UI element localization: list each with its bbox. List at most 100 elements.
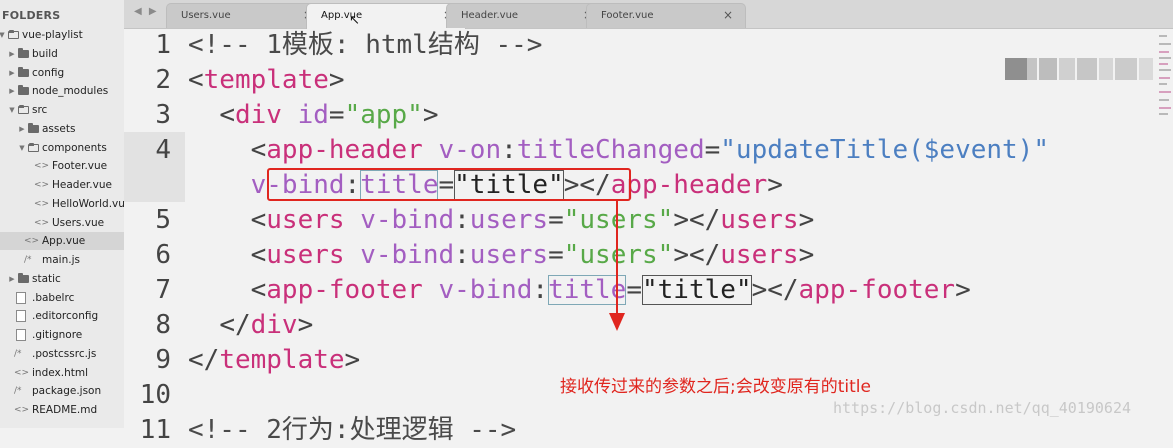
tree-item-components[interactable]: ▼ components bbox=[0, 139, 124, 157]
tree-item-users-vue[interactable]: <> Users.vue bbox=[0, 214, 124, 232]
code-line: 7 <app-footer v-bind:title="title"></app… bbox=[124, 273, 1164, 308]
blurred-cell bbox=[1139, 58, 1153, 80]
tree-item-src[interactable]: ▼ src bbox=[0, 101, 124, 119]
code-token: : bbox=[501, 135, 517, 165]
tree-item-label: .editorconfig bbox=[32, 310, 99, 323]
tree-item-vue-playlist[interactable]: ▼ vue-playlist bbox=[0, 26, 124, 44]
blurred-region bbox=[1005, 58, 1155, 80]
code-token: ></ bbox=[673, 240, 721, 270]
minimap-line bbox=[1159, 91, 1171, 93]
tree-item-config[interactable]: ▶ config bbox=[0, 64, 124, 82]
code-token: v-bind bbox=[360, 240, 455, 270]
minimap[interactable] bbox=[1159, 29, 1173, 119]
code-token: app-footer bbox=[266, 275, 423, 305]
tree-item-postcssrc-js[interactable]: /* .postcssrc.js bbox=[0, 345, 124, 363]
line-number: 5 bbox=[155, 205, 171, 235]
markup-file-icon: <> bbox=[34, 217, 50, 228]
chevron-right-icon[interactable]: ▶ bbox=[8, 82, 16, 100]
code-text: <users v-bind:users="users"></users> bbox=[188, 238, 815, 273]
code-token: : bbox=[454, 205, 470, 235]
code-text: <!-- 1模板: html结构 --> bbox=[188, 28, 542, 63]
tree-item-index-html[interactable]: <> index.html bbox=[0, 364, 124, 382]
minimap-line bbox=[1159, 63, 1168, 65]
sidebar-header: FOLDERS bbox=[2, 9, 61, 22]
minimap-line bbox=[1159, 107, 1171, 109]
script-file-icon: /* bbox=[14, 386, 22, 397]
code-editor[interactable]: 1 <!-- 1模板: html结构 --> 2 <template> 3 <div i… bbox=[124, 28, 1173, 445]
chevron-right-icon[interactable]: ▶ bbox=[8, 270, 16, 288]
tree-item-label: main.js bbox=[42, 254, 80, 266]
tree-item-header-vue[interactable]: <> Header.vue bbox=[0, 176, 124, 194]
close-icon[interactable]: × bbox=[723, 8, 733, 22]
tree-item-label: static bbox=[32, 272, 61, 285]
file-icon bbox=[16, 329, 26, 342]
line-number: 9 bbox=[155, 345, 171, 375]
tree-item-babelrc[interactable]: .babelrc bbox=[0, 289, 124, 307]
code-line: 11 <!-- 2行为:处理逻辑 --> bbox=[124, 413, 1164, 448]
tree-item-label: .babelrc bbox=[32, 291, 75, 304]
tree-item-readme-md[interactable]: <> README.md bbox=[0, 401, 124, 419]
highlight-box bbox=[267, 168, 631, 201]
code-text: </div> bbox=[188, 308, 313, 343]
tree-item-helloworld-vue[interactable]: <> HelloWorld.vue bbox=[0, 195, 124, 213]
folder-icon bbox=[28, 122, 39, 133]
code-token: "users" bbox=[563, 205, 674, 235]
tree-item-footer-vue[interactable]: <> Footer.vue bbox=[0, 157, 124, 175]
code-token: app-header bbox=[610, 170, 768, 200]
code-token: div bbox=[234, 100, 282, 130]
code-line: 5 <users v-bind:users="users"></users> bbox=[124, 203, 1164, 238]
tree-item-label: App.vue bbox=[42, 235, 86, 248]
code-token: = bbox=[626, 275, 642, 305]
blurred-cell bbox=[1027, 58, 1037, 80]
tree-item-build[interactable]: ▶ build bbox=[0, 45, 124, 63]
tree-item-package-json[interactable]: /* package.json bbox=[0, 382, 124, 400]
chevron-down-icon[interactable]: ▼ bbox=[0, 26, 6, 44]
folder-open-icon bbox=[8, 30, 19, 39]
code-token: > bbox=[297, 310, 314, 340]
tree-item-node-modules[interactable]: ▶ node_modules bbox=[0, 82, 124, 100]
line-number: 8 bbox=[155, 310, 171, 340]
tab-nav-arrows-icon[interactable]: ◀ ▶ bbox=[134, 6, 159, 17]
chevron-down-icon[interactable]: ▼ bbox=[18, 139, 26, 157]
tree-item-label: HelloWorld.vue bbox=[52, 197, 125, 210]
line-number: 10 bbox=[139, 380, 171, 410]
tree-item-editorconfig[interactable]: .editorconfig bbox=[0, 307, 124, 325]
code-text: <!-- 2行为:处理逻辑 --> bbox=[188, 413, 516, 448]
tab-footer-vue[interactable]: Footer.vue × bbox=[586, 3, 746, 28]
code-text: <app-footer v-bind:title="title"></app-f… bbox=[188, 273, 971, 308]
code-token: div bbox=[250, 310, 298, 340]
code-token: </ bbox=[188, 345, 220, 375]
annotation-arrow-shaft bbox=[616, 201, 618, 315]
tab-app-vue[interactable]: App.vue× bbox=[306, 3, 466, 29]
chevron-right-icon[interactable]: ▶ bbox=[18, 120, 26, 138]
tree-item-gitignore[interactable]: .gitignore bbox=[0, 326, 124, 344]
chevron-right-icon[interactable]: ▶ bbox=[8, 45, 16, 63]
tree-item-app-vue[interactable]: <> App.vue bbox=[0, 232, 124, 251]
tree-item-static[interactable]: ▶ static bbox=[0, 270, 124, 288]
code-token: "app" bbox=[344, 100, 423, 130]
script-file-icon: /* bbox=[24, 255, 32, 265]
script-file-icon: /* bbox=[14, 348, 22, 359]
chevron-right-icon[interactable]: ▶ bbox=[8, 64, 16, 82]
code-token: > bbox=[767, 170, 783, 200]
chevron-down-icon[interactable]: ▼ bbox=[8, 101, 16, 119]
code-text: <app-header v-on:titleChanged="updateTit… bbox=[188, 133, 1049, 168]
code-token: > bbox=[328, 65, 345, 95]
tree-item-main-js[interactable]: /* main.js bbox=[0, 251, 124, 269]
tab-header-vue[interactable]: Header.vue× bbox=[446, 3, 606, 28]
tree-item-label: index.html bbox=[32, 366, 88, 379]
code-text: </template> bbox=[188, 343, 360, 378]
tree-item-assets[interactable]: ▶ assets bbox=[0, 120, 124, 138]
line-number: 2 bbox=[155, 65, 171, 95]
tab-users-vue[interactable]: Users.vue× bbox=[166, 3, 326, 28]
code-token: <!-- 2行为:处理逻辑 --> bbox=[188, 415, 517, 445]
code-token: template bbox=[203, 65, 329, 95]
code-token: > bbox=[798, 240, 815, 270]
markup-file-icon: <> bbox=[34, 198, 50, 209]
code-token: < bbox=[250, 135, 267, 165]
